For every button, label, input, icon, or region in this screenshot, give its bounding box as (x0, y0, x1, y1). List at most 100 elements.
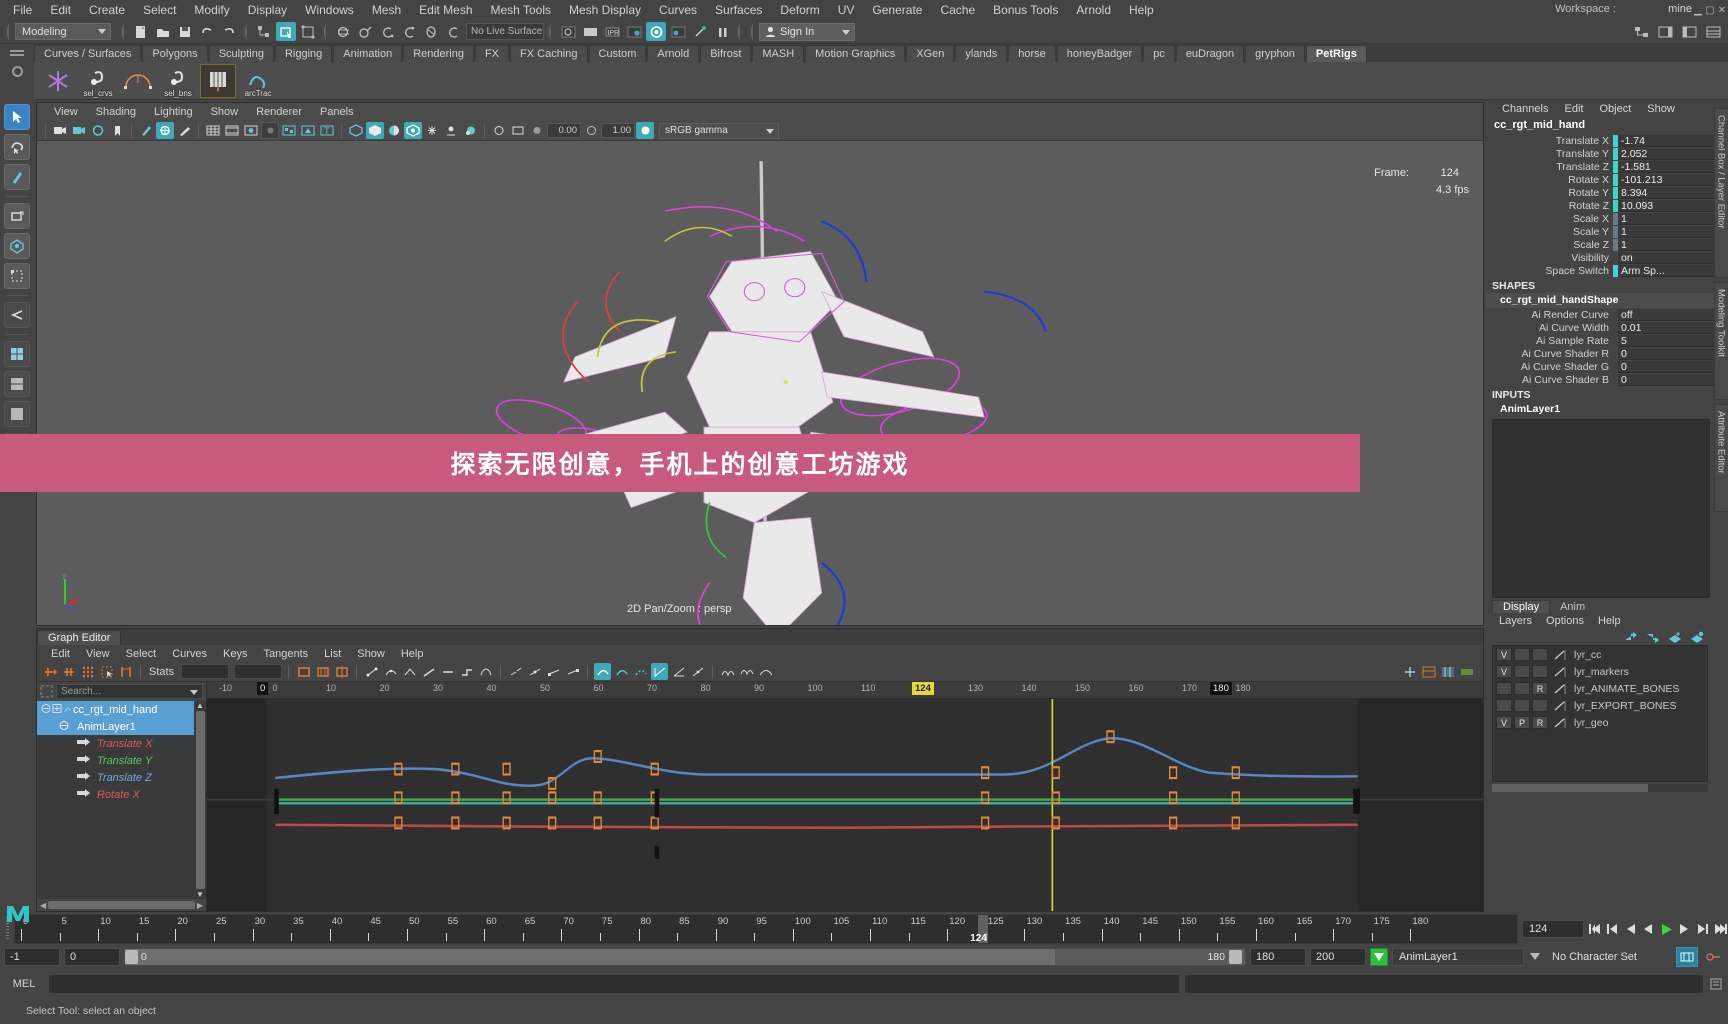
layer-color-swatch[interactable] (1552, 682, 1568, 695)
color-space-dropdown[interactable]: sRGB gamma (659, 122, 779, 139)
channel-name[interactable]: Scale Z (1486, 239, 1613, 251)
make-live-icon[interactable] (443, 22, 463, 41)
insert-keys-icon[interactable] (60, 663, 77, 680)
layer-toggle-p[interactable] (1514, 665, 1530, 678)
open-scene-icon[interactable] (153, 22, 173, 41)
layer-toggle-r[interactable] (1532, 699, 1548, 712)
channel-row[interactable]: Space Switch Arm Sp... (1486, 264, 1714, 277)
search-input[interactable]: Search... (56, 684, 203, 699)
channel-name[interactable]: Rotate X (1486, 174, 1613, 186)
anim-layer-dropdown-icon[interactable] (1528, 953, 1542, 961)
menu-item-deform[interactable]: Deform (771, 0, 828, 20)
command-input[interactable] (48, 974, 1180, 994)
lock-tangent-weight-icon[interactable] (564, 663, 581, 680)
snap-projected-icon[interactable] (399, 22, 419, 41)
exposure-field[interactable]: 0.00 (547, 123, 581, 138)
center-current-time-icon[interactable] (333, 663, 350, 680)
gear-icon[interactable] (11, 66, 23, 77)
graph-editor-menu-help[interactable]: Help (393, 648, 432, 660)
menu-item-create[interactable]: Create (80, 0, 134, 20)
display-layer-row[interactable]: Rlyr_ANIMATE_BONES (1493, 680, 1707, 697)
channel-value[interactable]: 1 (1618, 225, 1714, 238)
shelf-item-sel-bns[interactable]: sel_bns (160, 64, 196, 98)
stats-value-field-x[interactable] (181, 664, 230, 679)
layer-list-hscrollbar[interactable] (1492, 784, 1708, 792)
render-current-frame-icon[interactable] (580, 22, 600, 41)
menu-item-edit-mesh[interactable]: Edit Mesh (410, 0, 481, 20)
go-to-end-icon[interactable] (1713, 920, 1728, 938)
play-forwards-icon[interactable] (1659, 920, 1674, 938)
layer-toggle-v[interactable] (1496, 682, 1512, 695)
range-bar[interactable]: 0 180 (124, 948, 1246, 966)
time-snap-icon[interactable] (651, 663, 669, 680)
menu-item-help[interactable]: Help (1120, 0, 1163, 20)
step-forward-frame-icon[interactable] (1677, 920, 1692, 938)
text-overlay-icon[interactable]: T (318, 122, 336, 139)
menu-item-modify[interactable]: Modify (185, 0, 238, 20)
shelf-item-slider[interactable] (200, 63, 236, 98)
lasso-tool-button[interactable] (4, 134, 30, 160)
tab-display-layers[interactable]: Display (1492, 600, 1551, 613)
channel-row[interactable]: Rotate X -101.213 (1486, 173, 1714, 186)
layer-menu-layers[interactable]: Layers (1492, 615, 1539, 627)
channel-name[interactable]: Ai Curve Shader R (1486, 348, 1613, 360)
display-layer-row[interactable]: Vlyr_markers (1493, 663, 1707, 680)
shelf-tab-fx[interactable]: FX (474, 45, 510, 62)
plateau-tangent-icon[interactable] (477, 663, 494, 680)
side-tab-modeling-toolkit[interactable]: Modeling Toolkit (1713, 282, 1728, 400)
step-back-frame-icon[interactable] (1623, 920, 1638, 938)
menu-item-surfaces[interactable]: Surfaces (706, 0, 771, 20)
paint-select-tool-button[interactable] (4, 164, 30, 190)
channel-row[interactable]: Ai Curve Width 0.01 (1486, 321, 1714, 334)
channel-value[interactable]: 1 (1618, 238, 1714, 251)
step-tangent-icon[interactable] (458, 663, 475, 680)
select-by-object-icon[interactable] (276, 22, 296, 41)
toggle-attribute-editor-icon[interactable] (1655, 22, 1675, 41)
layer-toggle-r[interactable]: R (1532, 682, 1548, 695)
motion-blur-icon[interactable] (490, 122, 508, 139)
auto-key-button[interactable] (1370, 948, 1388, 966)
film-gate-icon[interactable] (223, 122, 241, 139)
viewport-menu-panels[interactable]: Panels (311, 106, 363, 118)
layer-color-swatch[interactable] (1552, 699, 1568, 712)
viewport-3d-canvas[interactable]: y 2D Pan/Zoom : persp Frame: 124 4.3 fps (37, 141, 1483, 625)
menu-item-cache[interactable]: Cache (931, 0, 984, 20)
time-slider[interactable]: 0510152025303540455055606570758085909510… (14, 914, 1518, 944)
filter-icon[interactable] (40, 685, 53, 698)
channel-name[interactable]: Scale Y (1486, 226, 1613, 238)
menu-item-windows[interactable]: Windows (296, 0, 363, 20)
channel-row[interactable]: Translate Z -1.581 (1486, 160, 1714, 173)
viewport-menu-renderer[interactable]: Renderer (247, 106, 311, 118)
layer-toggle-v[interactable]: V (1496, 665, 1512, 678)
channel-value[interactable]: off (1618, 308, 1714, 321)
menu-item-uv[interactable]: UV (829, 0, 864, 20)
graph-editor-menu-tangents[interactable]: Tangents (256, 648, 317, 660)
channel-name[interactable]: Ai Render Curve (1486, 309, 1613, 321)
graph-editor-tab[interactable]: Graph Editor (37, 630, 122, 645)
curve-tree-row[interactable]: Translate Z (37, 769, 206, 786)
curve-visibility-icon[interactable] (77, 754, 97, 767)
exposure-icon[interactable] (280, 122, 298, 139)
channel-name[interactable]: Translate Y (1486, 148, 1613, 160)
move-layer-up-icon[interactable] (1624, 631, 1638, 643)
shelf-tab-custom[interactable]: Custom (588, 45, 647, 62)
quick-layout-four-view-button[interactable] (4, 341, 30, 367)
layer-toggle-v[interactable]: V (1496, 648, 1512, 661)
rotate-tool-button[interactable] (4, 233, 30, 259)
channel-row[interactable]: Translate Y 2.052 (1486, 147, 1714, 160)
menu-item-display[interactable]: Display (239, 0, 296, 20)
graph-editor-curve-tree[interactable]: cc_rgt_mid_hand AnimLayer1 Translate X Tran… (37, 701, 206, 899)
render-sequence-icon[interactable] (668, 22, 688, 41)
new-scene-icon[interactable] (131, 22, 151, 41)
channel-row[interactable]: Ai Render Curve off (1486, 308, 1714, 321)
layer-menu-help[interactable]: Help (1591, 615, 1628, 627)
layer-name[interactable]: lyr_EXPORT_BONES (1574, 700, 1677, 712)
ambient-occlusion-icon[interactable] (461, 122, 479, 139)
close-icon[interactable]: ✕ (1716, 0, 1728, 20)
snap-view-plane-icon[interactable] (421, 22, 441, 41)
channel-box-menu-channels[interactable]: Channels (1494, 103, 1556, 115)
layer-toggle-p[interactable] (1514, 682, 1530, 695)
clamped-tangent-icon[interactable] (401, 663, 418, 680)
viewport-menu-shading[interactable]: Shading (87, 106, 145, 118)
collapse-icon[interactable] (59, 720, 77, 734)
